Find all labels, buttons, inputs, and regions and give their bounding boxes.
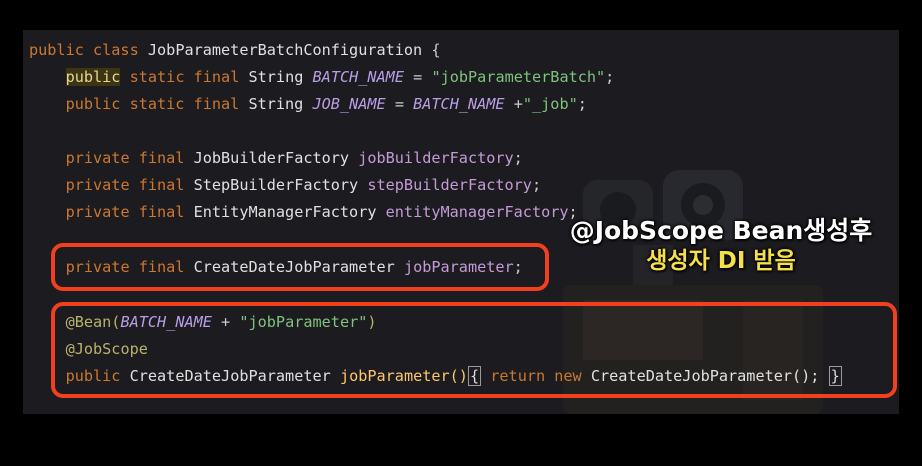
video-frame: public class JobParameterBatchConfigurat… [23, 30, 899, 414]
highlight-box-bean-method [51, 302, 897, 398]
code-line-step-builder-factory: private final StepBuilderFactory stepBui… [65, 176, 542, 194]
subtitle-caption: @JobScope Bean생성후 생성자 DI 받음 [543, 216, 899, 276]
caption-line-1: @JobScope Bean생성후 [569, 216, 873, 245]
highlight-box-field [51, 243, 549, 291]
code-line-batch-name: public static final String BATCH_NAME = … [65, 68, 615, 86]
code-line-job-builder-factory: private final JobBuilderFactory jobBuild… [65, 149, 523, 167]
code-line-entity-manager-factory: private final EntityManagerFactory entit… [65, 203, 578, 221]
code-line-job-name: public static final String JOB_NAME = BA… [65, 95, 587, 113]
caption-line-2: 생성자 DI 받음 [646, 248, 796, 274]
code-line-class: public class JobParameterBatchConfigurat… [29, 41, 441, 59]
